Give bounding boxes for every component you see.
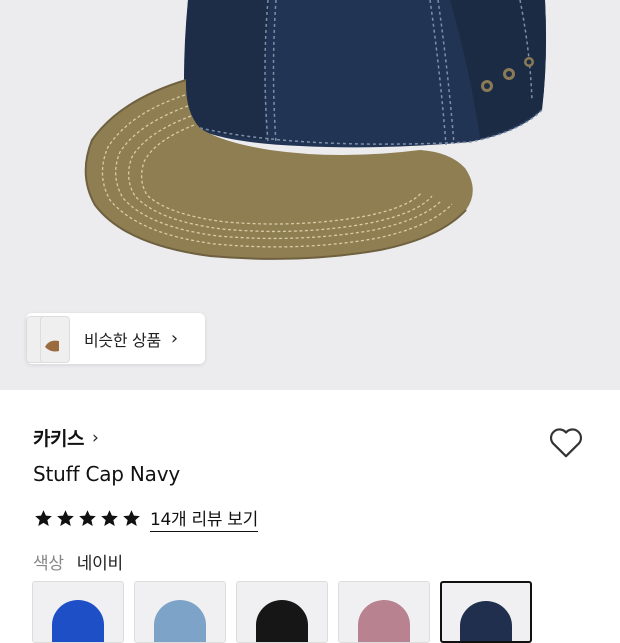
star-rating — [33, 508, 142, 529]
brand-link[interactable]: 카키스 › — [33, 424, 99, 451]
color-option-row: 색상 네이비 — [33, 549, 123, 574]
swatch-cap-image — [154, 600, 206, 642]
star-icon — [79, 510, 96, 526]
color-label: 색상 — [33, 554, 64, 574]
color-value: 네이비 — [76, 554, 123, 574]
wishlist-heart-icon[interactable] — [546, 422, 586, 462]
product-title: Stuff Cap Navy — [33, 462, 181, 486]
swatch-cap-image — [256, 600, 308, 642]
similar-thumbnail — [40, 316, 70, 363]
star-icon — [101, 510, 118, 526]
star-icon — [123, 510, 140, 526]
chevron-right-icon: › — [91, 427, 99, 448]
similar-thumbnails — [26, 313, 84, 364]
swatch-cap-image — [460, 601, 512, 641]
swatch-cap-image — [358, 600, 410, 642]
color-swatch-black[interactable] — [236, 581, 328, 643]
similar-products-label: 비슷한 상품 — [84, 330, 161, 350]
star-icon — [35, 510, 52, 526]
color-swatch-pink[interactable] — [338, 581, 430, 643]
brand-name: 카키스 — [33, 428, 84, 450]
swatch-cap-image — [52, 600, 104, 642]
star-icon — [57, 510, 74, 526]
rating-row: 14개 리뷰 보기 — [33, 505, 258, 532]
color-swatch-blue[interactable] — [32, 581, 124, 643]
chevron-right-icon: › — [170, 328, 179, 349]
reviews-link[interactable]: 14개 리뷰 보기 — [150, 505, 258, 532]
product-image[interactable]: 비슷한 상품 › — [0, 0, 620, 390]
color-swatch-light-blue[interactable] — [134, 581, 226, 643]
similar-products-button[interactable]: 비슷한 상품 › — [26, 313, 205, 364]
color-swatch-navy[interactable] — [440, 581, 532, 643]
color-swatches — [32, 581, 532, 643]
